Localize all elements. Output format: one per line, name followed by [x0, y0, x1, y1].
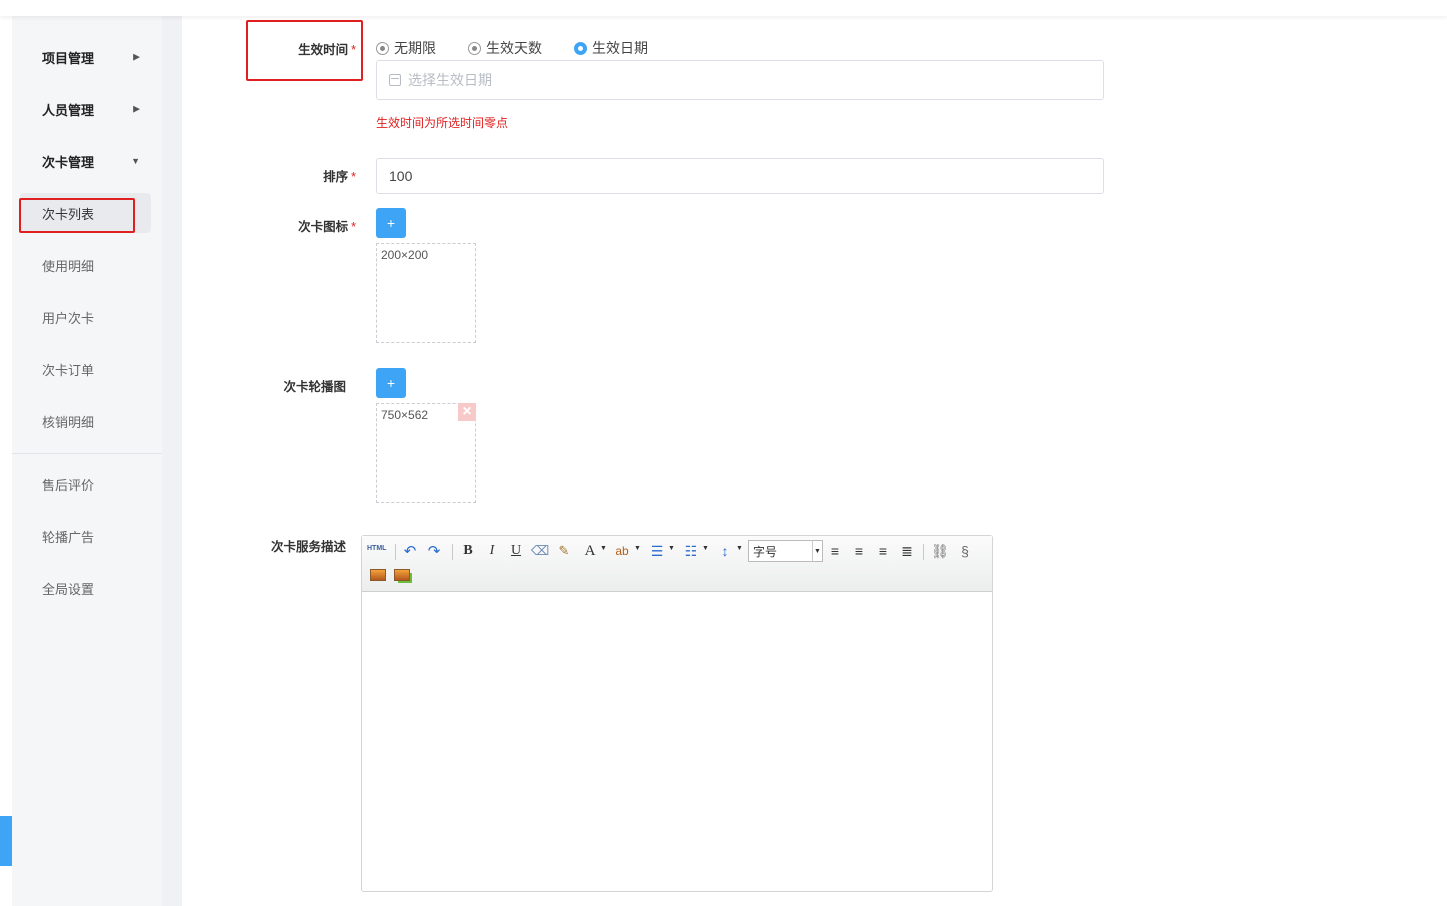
html-source-button[interactable]: HTML — [367, 545, 386, 552]
sidebar-group-staff[interactable]: 人员管理 ▶ — [12, 89, 162, 129]
sidebar-divider — [12, 453, 162, 454]
sidebar: 项目管理 ▶ 人员管理 ▶ 次卡管理 ▼ 次卡列表 使用明细 用户次卡 次卡订单… — [12, 16, 162, 906]
sidebar-item-banner-ads[interactable]: 轮播广告 — [12, 516, 162, 556]
sidebar-item-redeem-details[interactable]: 核销明细 — [12, 401, 162, 441]
radio-effective-days[interactable]: 生效天数 — [468, 38, 542, 58]
sidebar-group-cards[interactable]: 次卡管理 ▼ — [12, 141, 162, 181]
description-label: 次卡服务描述 — [270, 540, 346, 554]
sidebar-item-label: 使用明细 — [42, 258, 95, 274]
top-bar — [0, 0, 1447, 16]
sidebar-item-global-settings[interactable]: 全局设置 — [12, 568, 162, 608]
italic-button[interactable]: I — [484, 541, 500, 561]
link-icon[interactable]: ⛓ — [931, 541, 949, 561]
line-height-icon[interactable]: ↕ — [716, 541, 734, 561]
add-icon-button[interactable]: + — [376, 208, 406, 238]
sidebar-item-card-orders[interactable]: 次卡订单 — [12, 349, 162, 389]
highlight-color-icon[interactable]: ab — [614, 541, 630, 561]
chevron-down-icon[interactable]: ▼ — [668, 545, 675, 552]
icon-upload-slot[interactable]: 200×200 — [376, 243, 476, 343]
editor-toolbar: HTML ↶ ↷ B I U ⌫ ✎ A ▼ ab ▼ ☰ ▼ ☷ ▼ ↕ ▼ … — [362, 536, 992, 592]
underline-button[interactable]: U — [508, 541, 524, 561]
align-left-icon[interactable]: ≡ — [827, 541, 843, 561]
sidebar-item-label: 次卡订单 — [42, 362, 95, 378]
radio-circle-icon — [468, 41, 481, 55]
font-size-select[interactable]: 字号 ▼ — [748, 540, 823, 562]
sidebar-group-projects[interactable]: 项目管理 ▶ — [12, 37, 162, 77]
multi-image-icon[interactable] — [394, 569, 410, 581]
calendar-icon — [389, 74, 401, 86]
radio-effective-date[interactable]: 生效日期 — [574, 38, 648, 58]
date-placeholder: 选择生效日期 — [408, 72, 492, 88]
sort-value: 100 — [389, 168, 413, 184]
chevron-down-icon[interactable]: ▼ — [600, 545, 607, 552]
sidebar-group-label: 项目管理 — [42, 50, 95, 66]
bold-button[interactable]: B — [460, 541, 476, 561]
unlink-icon[interactable]: § — [956, 541, 974, 561]
chevron-down-icon: ▼ — [812, 541, 822, 561]
caret-right-icon: ▶ — [133, 103, 140, 114]
align-center-icon[interactable]: ≡ — [851, 541, 867, 561]
radio-label: 生效天数 — [486, 40, 542, 56]
align-justify-icon[interactable]: ≣ — [899, 541, 915, 561]
scroll-accent[interactable] — [0, 816, 12, 866]
sidebar-item-label: 核销明细 — [42, 414, 95, 430]
effective-time-hint: 生效时间为所选时间零点 — [376, 116, 509, 130]
toolbar-separator — [395, 544, 396, 560]
caret-down-icon: ▼ — [131, 156, 140, 166]
chevron-down-icon[interactable]: ▼ — [736, 545, 743, 552]
radio-label: 无期限 — [394, 40, 436, 56]
content-gutter — [162, 16, 182, 906]
sidebar-item-label: 售后评价 — [42, 477, 95, 493]
date-picker-input[interactable]: 选择生效日期 — [376, 60, 1104, 100]
sidebar-item-label: 次卡列表 — [42, 206, 95, 222]
toolbar-separator — [923, 544, 924, 560]
editor-content-area[interactable] — [362, 592, 992, 891]
radio-no-limit[interactable]: 无期限 — [376, 38, 436, 58]
sidebar-item-label: 用户次卡 — [42, 310, 95, 326]
sidebar-item-label: 全局设置 — [42, 581, 95, 597]
carousel-label: 次卡轮播图 — [283, 380, 346, 394]
sidebar-item-usage-details[interactable]: 使用明细 — [12, 245, 162, 285]
carousel-size-hint: 750×562 — [381, 408, 429, 422]
radio-circle-icon — [574, 41, 587, 55]
align-right-icon[interactable]: ≡ — [875, 541, 891, 561]
radio-circle-icon — [376, 41, 389, 55]
undo-icon[interactable]: ↶ — [402, 541, 418, 561]
eraser-icon[interactable]: ⌫ — [531, 541, 549, 561]
sidebar-item-user-cards[interactable]: 用户次卡 — [12, 297, 162, 337]
sort-label: 排序 * — [323, 170, 356, 184]
sidebar-item-label: 轮播广告 — [42, 529, 95, 545]
font-color-button[interactable]: A — [582, 541, 598, 561]
toolbar-separator — [452, 544, 453, 560]
sidebar-group-label: 次卡管理 — [42, 154, 95, 170]
sidebar-group-label: 人员管理 — [42, 102, 95, 118]
sidebar-item-card-list[interactable]: 次卡列表 — [20, 193, 151, 233]
caret-right-icon: ▶ — [133, 51, 140, 62]
sidebar-item-after-sales[interactable]: 售后评价 — [12, 464, 162, 504]
sort-input[interactable]: 100 — [376, 158, 1104, 194]
rich-text-editor[interactable]: HTML ↶ ↷ B I U ⌫ ✎ A ▼ ab ▼ ☰ ▼ ☷ ▼ ↕ ▼ … — [361, 535, 993, 892]
chevron-down-icon[interactable]: ▼ — [634, 545, 641, 552]
insert-image-icon[interactable] — [370, 569, 386, 581]
card-icon-label: 次卡图标 * — [298, 220, 356, 234]
unordered-list-icon[interactable]: ☷ — [682, 541, 700, 561]
icon-size-hint: 200×200 — [381, 248, 429, 262]
chevron-down-icon[interactable]: ▼ — [702, 545, 709, 552]
ordered-list-icon[interactable]: ☰ — [648, 541, 666, 561]
format-brush-icon[interactable]: ✎ — [556, 541, 572, 561]
effective-time-label: 生效时间 * — [298, 43, 356, 57]
radio-label: 生效日期 — [592, 40, 648, 56]
font-size-value: 字号 — [753, 544, 778, 559]
delete-image-icon[interactable]: × — [458, 403, 476, 421]
redo-icon[interactable]: ↷ — [426, 541, 442, 561]
add-carousel-button[interactable]: + — [376, 368, 406, 398]
